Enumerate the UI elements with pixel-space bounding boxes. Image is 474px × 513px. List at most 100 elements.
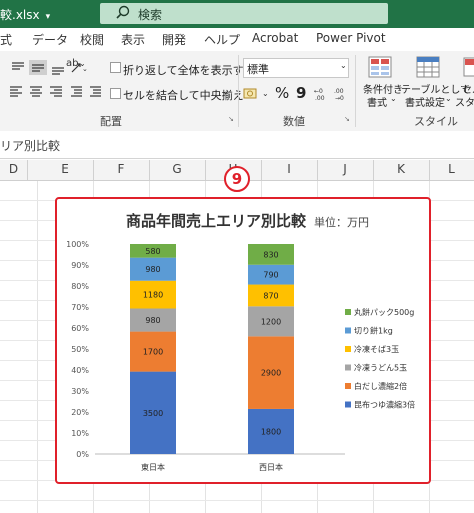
search-icon	[116, 5, 130, 19]
dialog-launcher-icon[interactable]: ↘	[228, 115, 234, 123]
group-divider	[355, 55, 356, 127]
legend-entry[interactable]: 白だし濃縮2倍	[354, 381, 407, 391]
chevron-down-icon[interactable]: ⌄	[262, 89, 269, 98]
decimal-icons[interactable]: ←0.00 .00→0	[314, 86, 352, 102]
data-label: 1800	[261, 427, 281, 436]
data-label: 3500	[143, 409, 163, 418]
file-name[interactable]: 較.xlsx ▾	[0, 6, 50, 23]
y-tick-label: 20%	[71, 408, 89, 417]
table-format-label-2[interactable]: 書式設定	[405, 94, 445, 109]
legend-entry[interactable]: 冷凍そば3玉	[354, 344, 399, 354]
svg-text:→0: →0	[335, 95, 344, 102]
column-header-l[interactable]: L	[429, 162, 474, 176]
legend-entry[interactable]: 切り餅1kg	[354, 326, 393, 336]
y-tick-label: 100%	[66, 240, 89, 249]
conditional-format-label-2[interactable]: 書式	[367, 94, 387, 109]
legend-swatch	[345, 327, 351, 334]
y-tick-label: 0%	[76, 450, 89, 459]
currency-icon[interactable]	[243, 86, 261, 102]
y-tick-label: 70%	[71, 303, 89, 312]
formula-bar[interactable]	[0, 131, 474, 159]
percent-style-button[interactable]: %	[275, 84, 289, 102]
svg-text:.00: .00	[315, 95, 325, 102]
step-badge: 9	[224, 166, 250, 192]
align-horizontal-icons[interactable]	[8, 84, 104, 100]
chevron-down-icon[interactable]: ⌄	[390, 94, 397, 103]
data-label: 1180	[143, 291, 163, 300]
alignment-group-label: 配置	[100, 115, 122, 128]
legend-swatch	[345, 383, 351, 389]
y-tick-label: 50%	[71, 345, 89, 354]
column-header-k[interactable]: K	[373, 162, 429, 176]
legend-entry[interactable]: 昆布つゆ濃縮3倍	[354, 400, 415, 410]
x-category-label: 西日本	[259, 462, 283, 472]
style-group-label: スタイル	[414, 115, 458, 128]
group-divider	[238, 55, 239, 127]
svg-text:←0: ←0	[314, 88, 323, 95]
chevron-down-icon[interactable]: ⌄	[445, 94, 452, 103]
tab-formulas[interactable]: 式	[0, 31, 12, 48]
chevron-down-icon[interactable]: ⌄	[222, 87, 229, 96]
orientation-icon[interactable]: ab	[66, 58, 78, 69]
wrap-text-icon	[110, 62, 121, 73]
y-tick-label: 80%	[71, 282, 89, 291]
comma-style-button[interactable]: 9	[296, 84, 306, 102]
grid-line	[37, 181, 38, 513]
chart-title[interactable]: 商品年間売上エリア別比較	[126, 210, 306, 231]
number-format-value: 標準	[247, 63, 269, 76]
data-label: 830	[263, 250, 278, 259]
svg-text:.00: .00	[334, 88, 344, 95]
grid-line	[0, 500, 474, 501]
legend-swatch	[345, 346, 351, 352]
legend-swatch	[345, 401, 351, 408]
cell-style-label-2[interactable]: スタイ	[455, 94, 474, 109]
column-header-g[interactable]: G	[149, 162, 205, 176]
tab-view[interactable]: 表示	[121, 31, 145, 48]
legend-entry[interactable]: 冷凍うどん5玉	[354, 363, 407, 373]
data-label: 2900	[261, 369, 281, 378]
search-input[interactable]: 検索	[138, 6, 162, 23]
y-tick-label: 60%	[71, 324, 89, 333]
y-tick-label: 90%	[71, 261, 89, 270]
tab-acrobat[interactable]: Acrobat	[252, 31, 298, 45]
conditional-format-icon	[368, 56, 392, 78]
y-tick-label: 30%	[71, 387, 89, 396]
x-category-label: 東日本	[141, 462, 165, 472]
column-header-i[interactable]: I	[261, 162, 317, 176]
data-label: 980	[145, 265, 160, 274]
chevron-down-icon[interactable]: ⌄	[79, 59, 86, 68]
tab-review[interactable]: 校閲	[80, 31, 104, 48]
data-label: 1700	[143, 348, 163, 357]
legend-swatch	[345, 309, 351, 315]
table-format-icon	[416, 56, 440, 78]
column-header-d[interactable]: D	[0, 162, 27, 176]
tab-power-pivot[interactable]: Power Pivot	[316, 31, 386, 45]
dialog-launcher-icon[interactable]: ↘	[344, 115, 350, 123]
file-name-text: 較.xlsx	[0, 8, 40, 22]
chevron-down-icon: ⌄	[340, 61, 347, 70]
cell-style-icon	[463, 57, 474, 77]
column-header-f[interactable]: F	[93, 162, 149, 176]
data-label: 870	[263, 291, 278, 300]
formula-bar-text: リア別比較	[0, 139, 61, 153]
wrap-text-button[interactable]: 折り返して全体を表示する	[123, 62, 255, 78]
y-tick-label: 40%	[71, 366, 89, 375]
y-tick-label: 10%	[71, 429, 89, 438]
legend-swatch	[345, 364, 351, 371]
chevron-down-icon[interactable]: ▾	[46, 12, 51, 22]
data-label: 790	[263, 271, 278, 280]
stacked-bar-plot[interactable]: 0% 10% 20% 30% 40% 50% 60% 70% 80% 90% 100% 3500 170…	[60, 232, 430, 482]
data-label: 1200	[261, 317, 281, 326]
column-header-e[interactable]: E	[37, 162, 93, 176]
data-label: 580	[145, 247, 160, 256]
data-label: 980	[145, 316, 160, 325]
column-header-j[interactable]: J	[317, 162, 373, 176]
merge-cells-icon	[110, 88, 121, 99]
number-group-label: 数値	[283, 115, 305, 128]
tab-help[interactable]: ヘルプ	[204, 31, 240, 48]
chart-unit-label: 単位：万円	[314, 216, 369, 229]
legend-entry[interactable]: 丸餅パック500g	[354, 307, 414, 317]
column-divider	[27, 160, 28, 180]
tab-data[interactable]: データ	[32, 31, 68, 48]
tab-developer[interactable]: 開発	[162, 31, 186, 48]
